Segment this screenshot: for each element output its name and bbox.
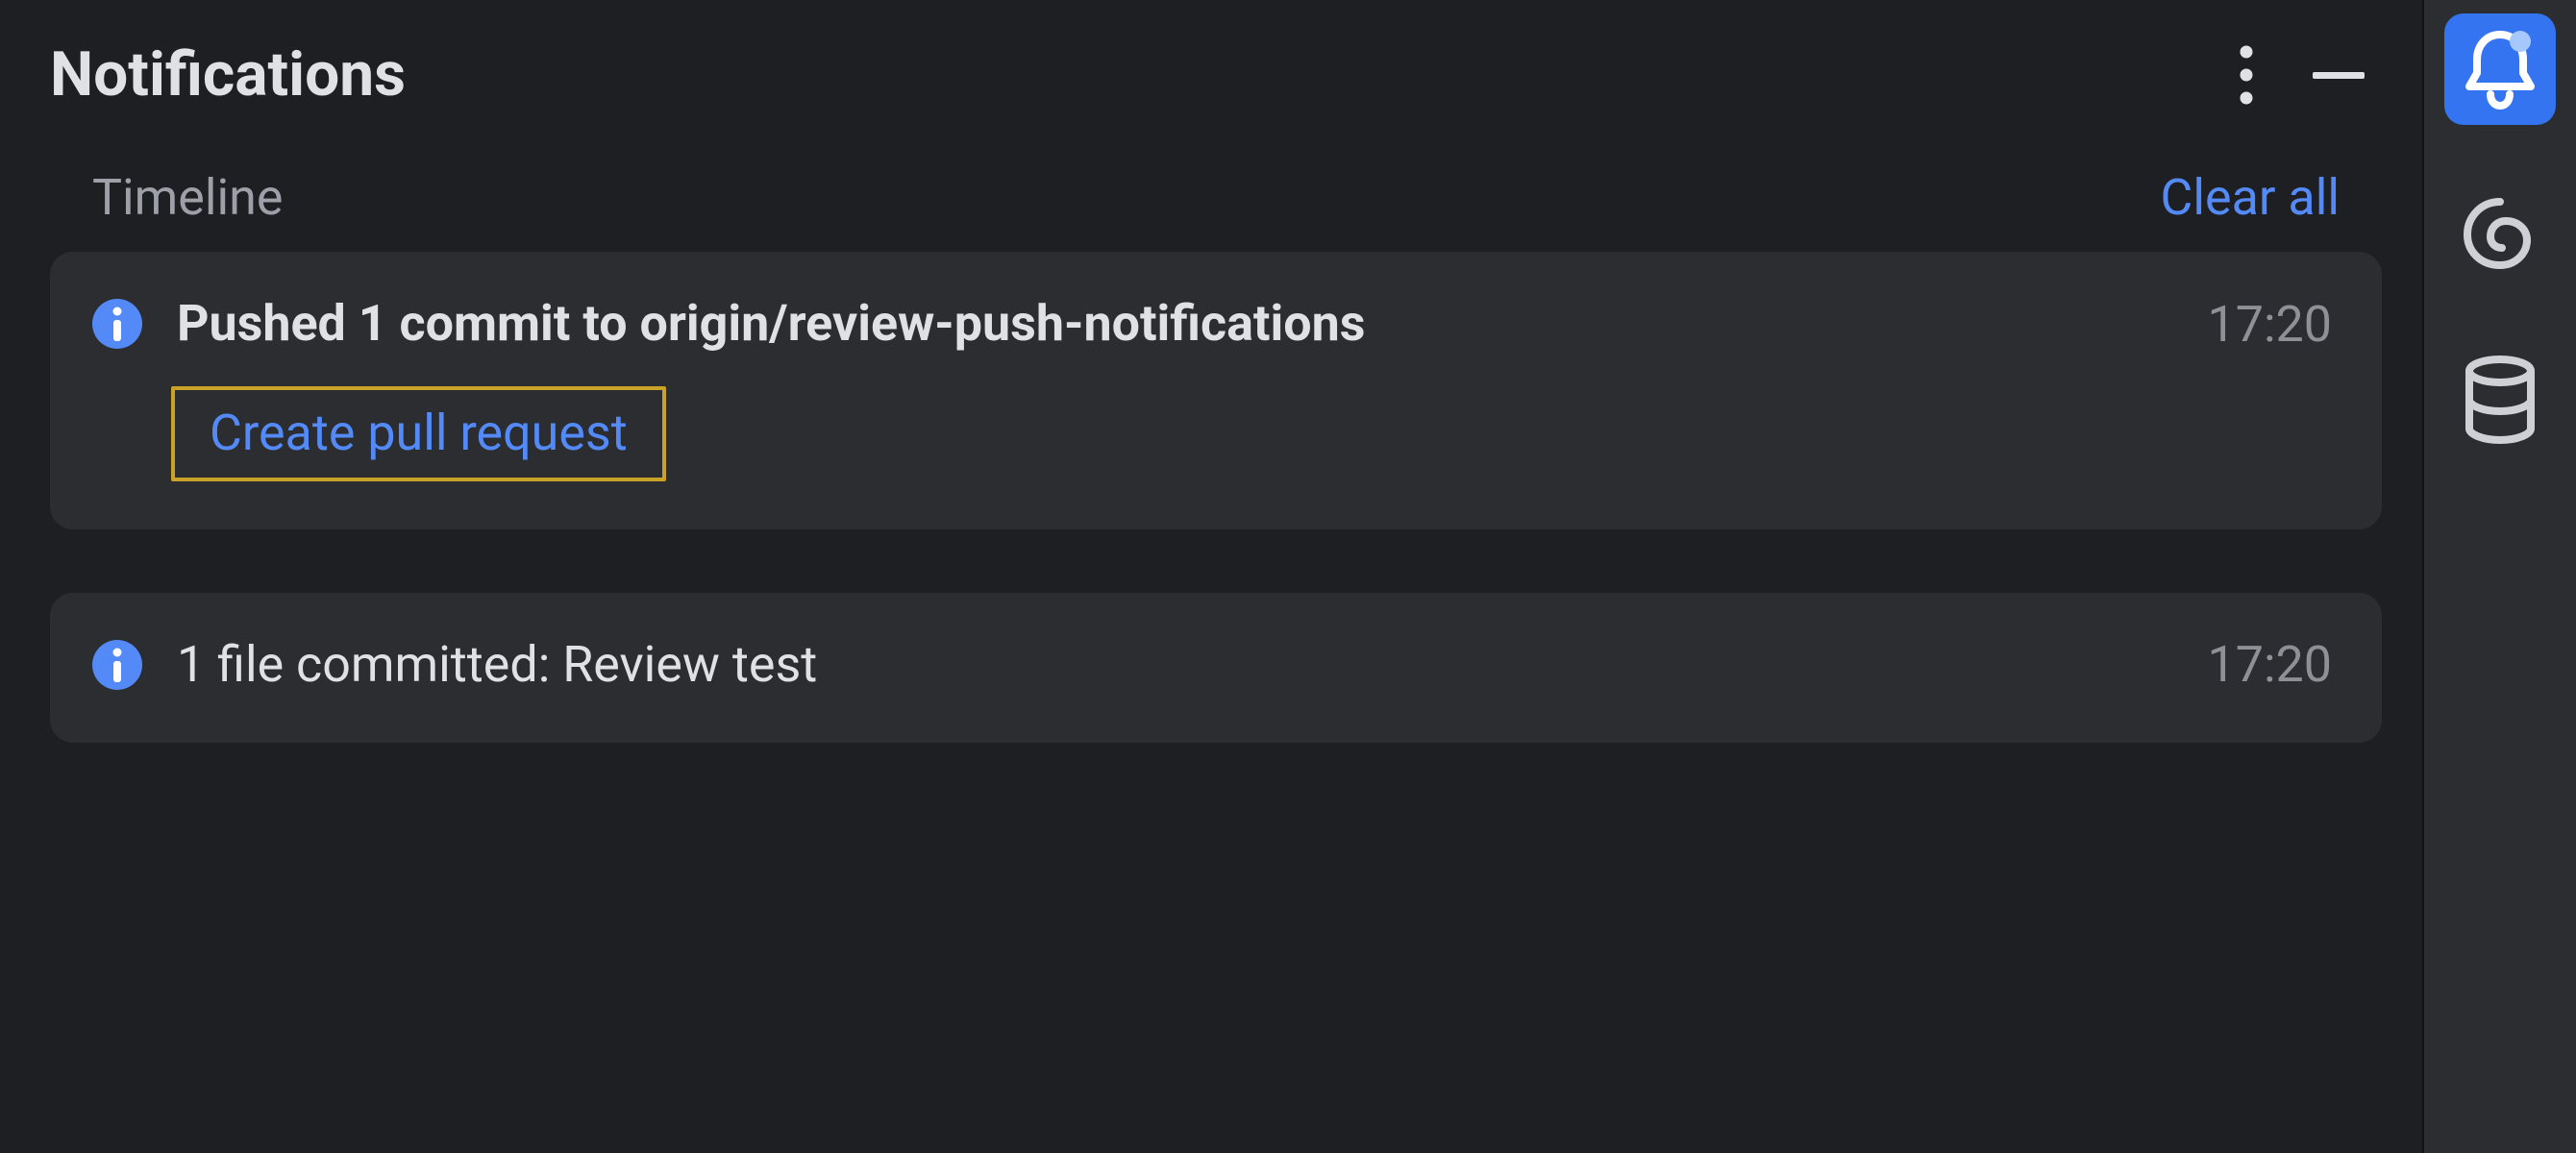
- build-tool-button[interactable]: [2444, 179, 2556, 290]
- tool-window-stripe: [2422, 0, 2576, 1153]
- notification-item[interactable]: 1 file committed: Review test 17:20: [50, 593, 2382, 743]
- notification-timestamp: 17:20: [2208, 295, 2333, 354]
- create-pull-request-button[interactable]: Create pull request: [171, 386, 666, 480]
- notification-item[interactable]: Pushed 1 commit to origin/review-push-no…: [50, 252, 2382, 529]
- database-icon: [2462, 356, 2539, 444]
- info-icon: [92, 640, 142, 690]
- panel-header: Notifications: [38, 38, 2393, 168]
- panel-title: Notifications: [50, 38, 2238, 110]
- notification-header: 1 file committed: Review test 17:20: [92, 635, 2332, 695]
- clear-all-button[interactable]: Clear all: [2161, 168, 2340, 227]
- notifications-list: Pushed 1 commit to origin/review-push-no…: [38, 252, 2393, 743]
- minimize-panel-button[interactable]: [2313, 70, 2365, 80]
- notification-actions: Create pull request: [171, 386, 2332, 480]
- spiral-icon: [2460, 194, 2540, 275]
- more-options-button[interactable]: [2238, 43, 2255, 107]
- timeline-label: Timeline: [92, 168, 2161, 227]
- notification-title: Pushed 1 commit to origin/review-push-no…: [177, 294, 2173, 354]
- notifications-tool-button[interactable]: [2444, 13, 2556, 125]
- notification-title: 1 file committed: Review test: [177, 635, 2173, 695]
- info-icon: [92, 299, 142, 349]
- minimize-icon: [2313, 70, 2365, 80]
- notification-badge-icon: [2510, 31, 2531, 52]
- header-actions: [2238, 43, 2365, 107]
- database-tool-button[interactable]: [2444, 344, 2556, 455]
- section-header: Timeline Clear all: [38, 168, 2393, 252]
- notifications-panel: Notifications Timeline Clear all: [0, 0, 2422, 1153]
- notification-timestamp: 17:20: [2208, 635, 2333, 694]
- vertical-dots-icon: [2238, 43, 2255, 107]
- notification-header: Pushed 1 commit to origin/review-push-no…: [92, 294, 2332, 354]
